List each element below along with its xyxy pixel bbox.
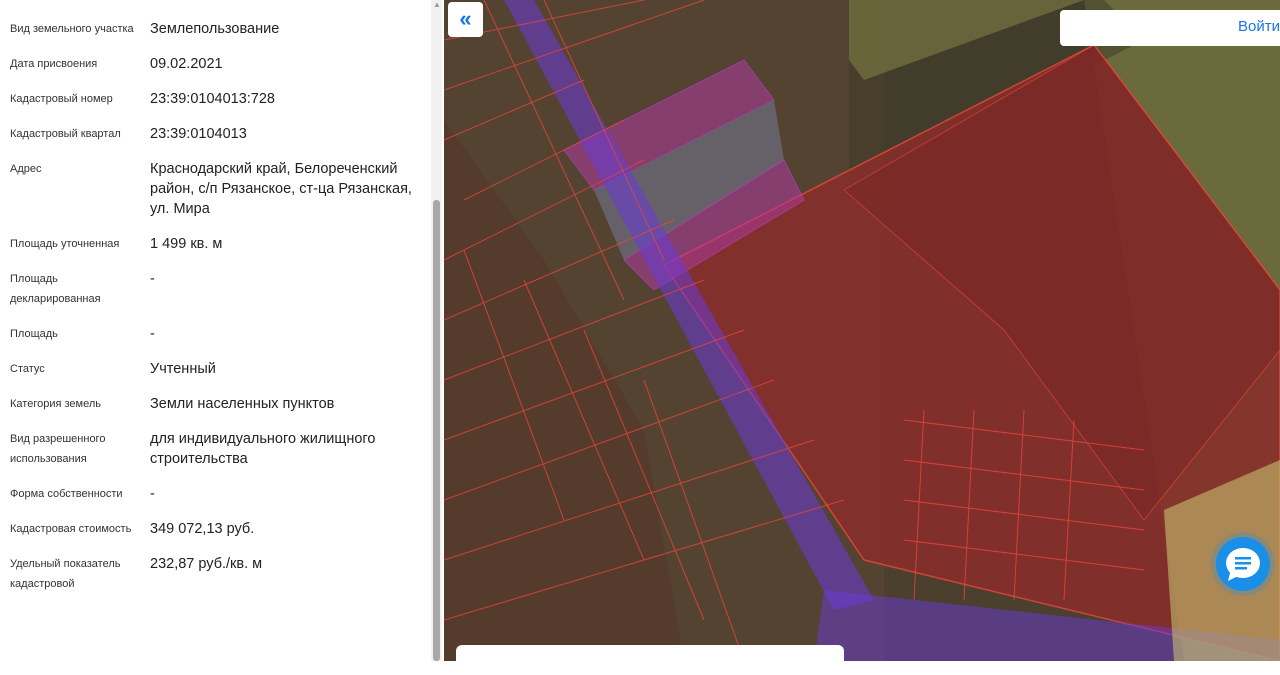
detail-label: Кадастровая стоимость	[10, 523, 132, 535]
detail-value: 1 499 кв. м	[150, 236, 223, 252]
detail-value: 09.02.2021	[150, 56, 223, 72]
detail-label: Площадь декларированная	[10, 273, 101, 305]
chat-button[interactable]	[1216, 537, 1270, 591]
detail-label: Вид разрешенного использования	[10, 433, 106, 465]
detail-row: Площадь уточненная 1 499 кв. м	[10, 234, 425, 254]
detail-row: Дата присвоения 09.02.2021	[10, 54, 425, 74]
detail-row: Адрес Краснодарский край, Белореченский р…	[10, 159, 425, 219]
parcel-details-panel: Вид земельного участка Землепользование Да…	[0, 0, 444, 661]
detail-value: Краснодарский край, Белореченский район,…	[150, 161, 412, 217]
detail-label: Статус	[10, 363, 45, 375]
detail-row: Статус Учтенный	[10, 359, 425, 379]
detail-label: Кадастровый квартал	[10, 128, 121, 140]
detail-value: 23:39:0104013	[150, 126, 247, 142]
details-list: Вид земельного участка Землепользование Да…	[10, 19, 425, 609]
login-bar: Войти	[1060, 10, 1280, 46]
scroll-up-icon[interactable]: ▲	[433, 0, 441, 9]
detail-row: Вид разрешенного использования для индиви…	[10, 429, 425, 469]
detail-row: Кадастровый квартал 23:39:0104013	[10, 124, 425, 144]
detail-row: Кадастровая стоимость 349 072,13 руб.	[10, 519, 425, 539]
detail-row: Удельный показатель кадастровой 232,87 ру…	[10, 554, 425, 594]
detail-value: Учтенный	[150, 361, 216, 377]
chat-icon	[1226, 548, 1260, 581]
detail-value: -	[150, 486, 155, 502]
bottom-card[interactable]	[456, 645, 844, 675]
detail-label: Категория земель	[10, 398, 101, 410]
detail-row: Вид земельного участка Землепользование	[10, 19, 425, 39]
scrollbar[interactable]: ▲	[431, 0, 442, 661]
detail-value: 23:39:0104013:728	[150, 91, 275, 107]
detail-row: Категория земель Земли населенных пунктов	[10, 394, 425, 414]
detail-label: Удельный показатель кадастровой	[10, 558, 121, 590]
login-button[interactable]: Войти	[1238, 18, 1280, 35]
map-layer	[444, 0, 1280, 661]
detail-label: Площадь	[10, 328, 58, 340]
detail-value: 232,87 руб./кв. м	[150, 556, 263, 572]
collapse-panel-button[interactable]: «	[448, 2, 483, 37]
detail-label: Адрес	[10, 163, 42, 175]
detail-value: для индивидуального жилищного строительс…	[150, 431, 376, 467]
detail-value: -	[150, 271, 155, 287]
detail-row: Форма собственности -	[10, 484, 425, 504]
detail-value: Земли населенных пунктов	[150, 396, 335, 412]
detail-label: Форма собственности	[10, 488, 123, 500]
detail-row: Площадь декларированная -	[10, 269, 425, 309]
detail-label: Кадастровый номер	[10, 93, 113, 105]
detail-row: Кадастровый номер 23:39:0104013:728	[10, 89, 425, 109]
detail-value: 349 072,13 руб.	[150, 521, 255, 537]
detail-value: -	[150, 326, 155, 342]
detail-value: Землепользование	[150, 21, 280, 37]
double-chevron-left-icon: «	[459, 6, 472, 31]
scrollbar-thumb[interactable]	[433, 200, 440, 661]
detail-label: Дата присвоения	[10, 58, 98, 70]
detail-label: Площадь уточненная	[10, 238, 120, 250]
detail-row: Площадь -	[10, 324, 425, 344]
detail-label: Вид земельного участка	[10, 23, 134, 35]
cadastral-map[interactable]	[444, 0, 1280, 661]
